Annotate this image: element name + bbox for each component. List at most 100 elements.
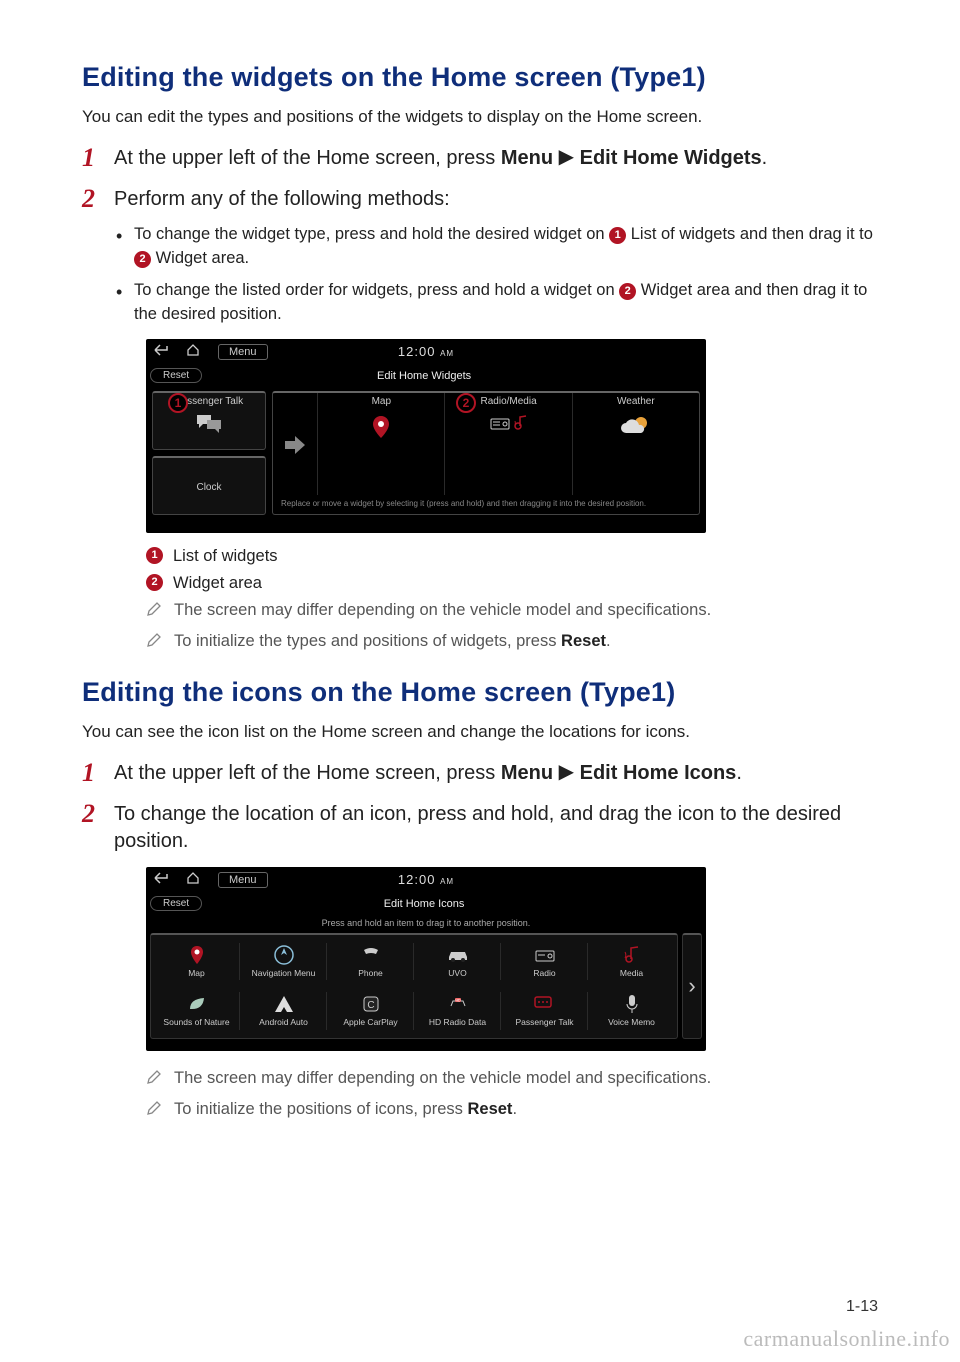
compass-icon <box>272 945 296 965</box>
pencil-icon <box>146 1100 162 1121</box>
widget-list-panel: Passenger Talk Clock <box>152 391 266 515</box>
s1-step1-menu: Menu <box>501 147 553 169</box>
s1-step1-post: . <box>762 147 768 169</box>
s2-note-2c: . <box>512 1100 517 1118</box>
s1-sub2: To change the listed order for widgets, … <box>114 279 878 327</box>
chat-icon <box>195 413 223 436</box>
screenshot-edit-icons: Menu 12:00 AM Reset Edit Home Icons Pres… <box>146 867 706 1051</box>
icon-android-auto[interactable]: Android Auto <box>242 988 325 1034</box>
pencil-icon <box>146 601 162 622</box>
cell-label: Map <box>372 396 391 407</box>
icon-label: Phone <box>358 968 383 978</box>
s1-step1-pre: At the upper left of the Home screen, pr… <box>114 147 501 169</box>
back-icon[interactable] <box>154 344 168 359</box>
note-2b: Reset <box>561 632 606 650</box>
badge-1-icon: 1 <box>146 547 163 564</box>
s1-sub1-b: List of widgets and then drag it to <box>626 225 873 243</box>
badge-2-icon: 2 <box>134 251 151 268</box>
icon-media[interactable]: Media <box>590 939 673 985</box>
icon-map[interactable]: Map <box>155 939 238 985</box>
radio-icon <box>533 945 557 965</box>
icon-nav-menu[interactable]: Navigation Menu <box>242 939 325 985</box>
icon-carplay[interactable]: C Apple CarPlay <box>329 988 412 1034</box>
s1-sub1-a: To change the widget type, press and hol… <box>134 225 609 243</box>
icon-label: UVO <box>448 968 466 978</box>
screenshot-edit-widgets: 1 2 Menu 12:00 AM Reset Edit Home Widget… <box>146 339 706 533</box>
radio-media-icon <box>490 415 528 431</box>
legend-1-text: List of widgets <box>173 547 278 566</box>
badge-2b-icon: 2 <box>619 283 636 300</box>
screen-hint: Press and hold an item to drag it to ano… <box>146 915 706 933</box>
icon-phone[interactable]: Phone <box>329 939 412 985</box>
drag-arrow-icon <box>273 393 318 496</box>
s2-step-1: At the upper left of the Home screen, pr… <box>82 760 878 787</box>
badge-2-icon: 2 <box>146 574 163 591</box>
icon-label: HD Radio Data <box>429 1017 486 1027</box>
callout-2: 2 <box>456 393 476 413</box>
note-2: To initialize the types and positions of… <box>146 632 878 653</box>
page-number: 1-13 <box>846 1298 878 1316</box>
widget-area-weather[interactable]: Weather <box>573 393 699 496</box>
icon-passenger-talk[interactable]: Passenger Talk <box>503 988 586 1034</box>
clock-text: 12:00 AM <box>398 872 454 887</box>
icon-voice-memo[interactable]: Voice Memo <box>590 988 673 1034</box>
cell-label: Radio/Media <box>481 396 537 407</box>
icon-label: Navigation Menu <box>252 968 316 978</box>
icon-label: Sounds of Nature <box>163 1017 229 1027</box>
icon-label: Apple CarPlay <box>343 1017 397 1027</box>
icon-label: Map <box>188 968 205 978</box>
chat-icon <box>533 994 557 1014</box>
icon-grid: Map Navigation Menu Phone UVO Radio Medi… <box>150 933 678 1039</box>
legend-1: 1 List of widgets <box>146 547 878 566</box>
svg-text:HD: HD <box>455 999 461 1003</box>
widget-area-map[interactable]: Map <box>318 393 445 496</box>
note-1: The screen may differ depending on the v… <box>146 601 878 622</box>
car-icon <box>446 945 470 965</box>
section2-lead: You can see the icon list on the Home sc… <box>82 722 878 742</box>
menu-button[interactable]: Menu <box>218 872 268 888</box>
icon-uvo[interactable]: UVO <box>416 939 499 985</box>
map-pin-icon <box>185 945 209 965</box>
section1-lead: You can edit the types and positions of … <box>82 107 878 127</box>
home-icon[interactable] <box>186 872 200 887</box>
icon-radio[interactable]: Radio <box>503 939 586 985</box>
home-icon[interactable] <box>186 344 200 359</box>
clock-text: 12:00 AM <box>398 344 454 359</box>
leaf-icon <box>185 994 209 1014</box>
note-1-text: The screen may differ depending on the v… <box>174 601 711 620</box>
reset-button[interactable]: Reset <box>150 896 202 911</box>
reset-button[interactable]: Reset <box>150 368 202 383</box>
icon-label: Media <box>620 968 643 978</box>
s1-sub1: To change the widget type, press and hol… <box>114 223 878 271</box>
widget-area-panel: Map Radio/Media <box>272 391 700 515</box>
s1-sub1-c: Widget area. <box>151 249 249 267</box>
back-icon[interactable] <box>154 872 168 887</box>
mic-icon <box>620 994 644 1014</box>
s2-step1-menu: Menu <box>501 762 553 784</box>
next-page-button[interactable]: › <box>682 933 702 1039</box>
menu-button[interactable]: Menu <box>218 344 268 360</box>
pencil-icon <box>146 632 162 653</box>
screen-title: Edit Home Icons <box>202 898 646 910</box>
legend-2-text: Widget area <box>173 574 262 593</box>
s1-sub2-a: To change the listed order for widgets, … <box>134 281 619 299</box>
tile-label: Clock <box>196 482 221 493</box>
android-auto-icon <box>272 994 296 1014</box>
legend-2: 2 Widget area <box>146 574 878 593</box>
s1-step1-target: Edit Home Widgets <box>580 147 762 169</box>
pencil-icon <box>146 1069 162 1090</box>
section2-heading: Editing the icons on the Home screen (Ty… <box>82 677 878 708</box>
widget-clock[interactable]: Clock <box>152 456 266 515</box>
s1-step-2: Perform any of the following methods: To… <box>82 186 878 653</box>
screen-hint: Replace or move a widget by selecting it… <box>273 495 699 513</box>
s2-step1-pre: At the upper left of the Home screen, pr… <box>114 762 501 784</box>
s2-step1-post: . <box>736 762 742 784</box>
svg-text:C: C <box>367 1000 374 1011</box>
icon-label: Voice Memo <box>608 1017 655 1027</box>
s2-step1-target: Edit Home Icons <box>580 762 737 784</box>
hd-radio-icon: HD <box>446 994 470 1014</box>
watermark: carmanualsonline.info <box>743 1326 950 1352</box>
s1-step-1: At the upper left of the Home screen, pr… <box>82 145 878 172</box>
icon-sounds[interactable]: Sounds of Nature <box>155 988 238 1034</box>
icon-hd-radio[interactable]: HD HD Radio Data <box>416 988 499 1034</box>
